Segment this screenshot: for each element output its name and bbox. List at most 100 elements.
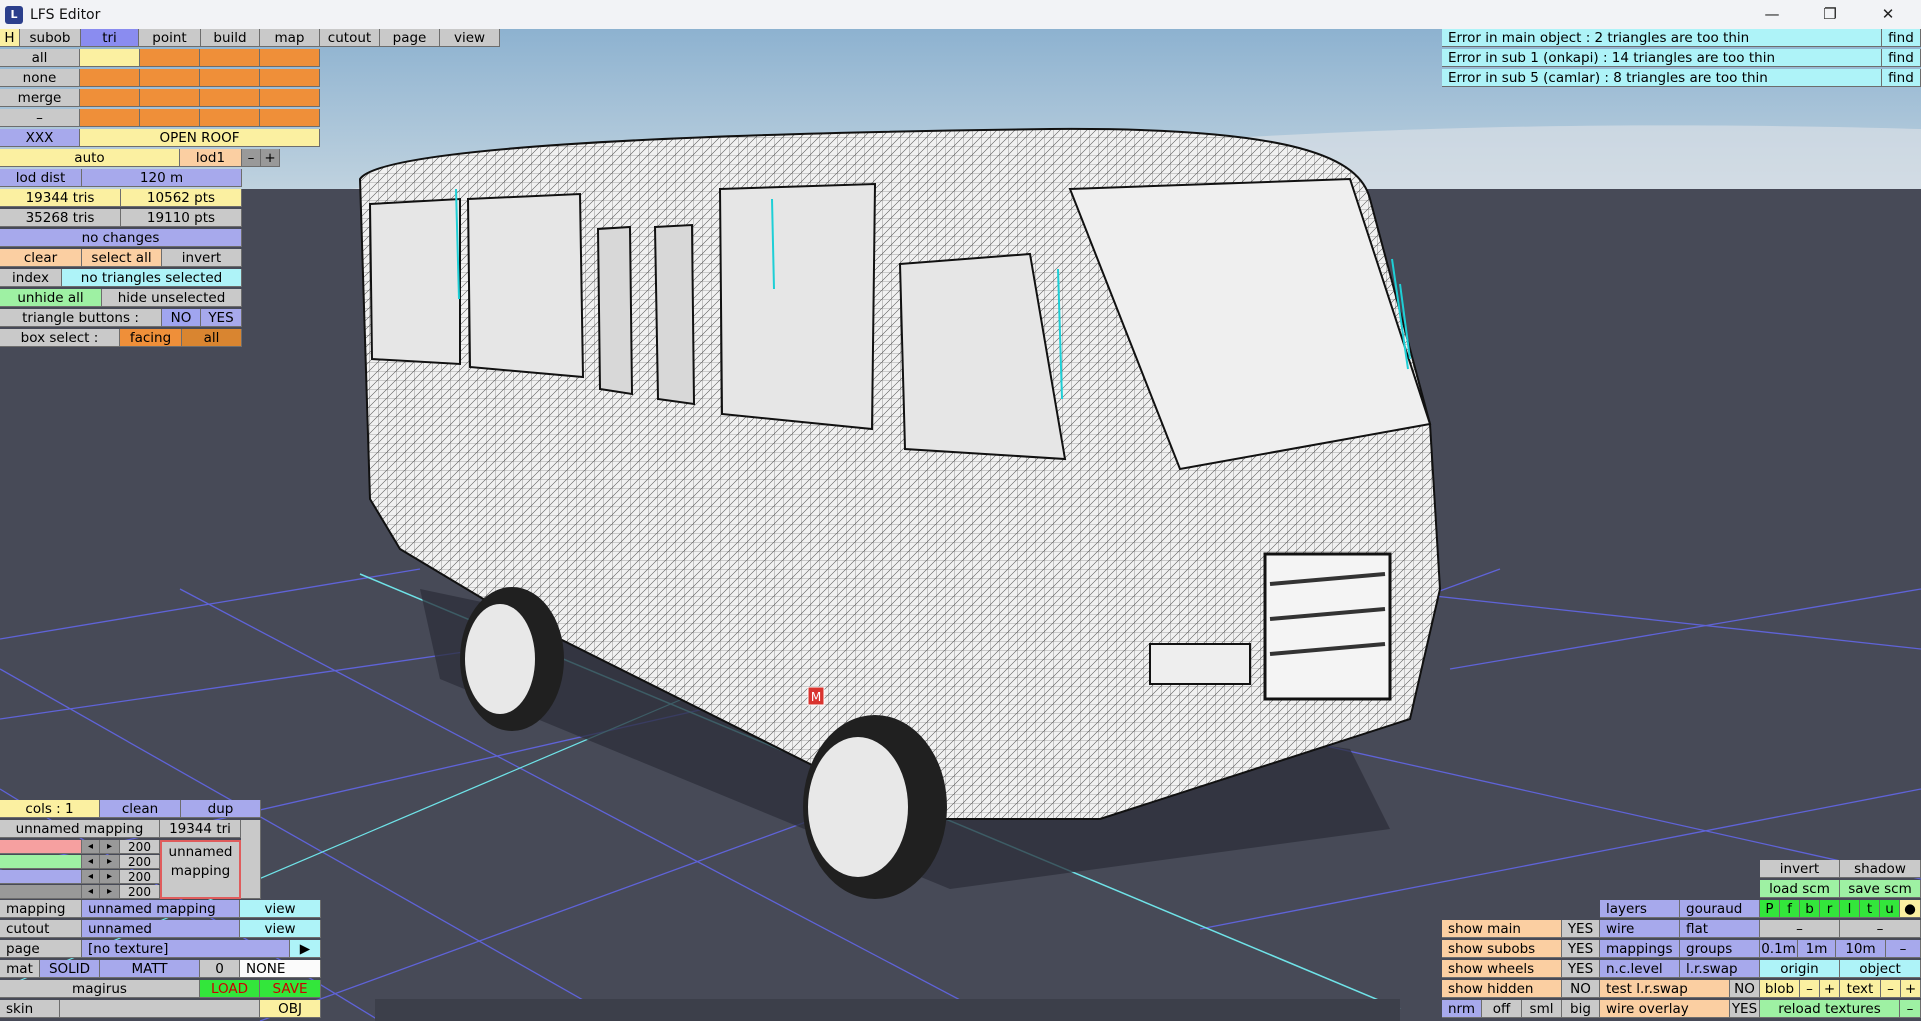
- off-button[interactable]: off: [1482, 1000, 1522, 1018]
- sml-button[interactable]: sml: [1522, 1000, 1562, 1018]
- save-scm-button[interactable]: save scm: [1840, 880, 1921, 898]
- group-swatch[interactable]: [140, 49, 200, 67]
- flag-b[interactable]: b: [1800, 900, 1820, 918]
- lod-minus-button[interactable]: –: [242, 149, 261, 167]
- select-all-tris-button[interactable]: select all: [82, 249, 162, 267]
- flag-l[interactable]: l: [1840, 900, 1860, 918]
- lod-auto-button[interactable]: auto: [0, 149, 180, 167]
- nc-level-button[interactable]: n.c.level: [1600, 960, 1680, 978]
- open-roof-button[interactable]: OPEN ROOF: [80, 129, 320, 147]
- xxx-button[interactable]: XXX: [0, 129, 80, 147]
- obj-button[interactable]: OBJ: [260, 1000, 321, 1018]
- lod-plus-button[interactable]: +: [261, 149, 280, 167]
- find-button[interactable]: find: [1882, 69, 1921, 87]
- page-value[interactable]: [no texture]: [82, 940, 290, 958]
- tab-page[interactable]: page: [380, 29, 440, 47]
- clean-button[interactable]: clean: [100, 800, 181, 818]
- box-select-facing[interactable]: facing: [120, 329, 182, 347]
- alpha-left-arrow[interactable]: ◂: [82, 885, 100, 899]
- invert-view-button[interactable]: invert: [1760, 860, 1840, 878]
- group-swatch[interactable]: [260, 89, 320, 107]
- groups-button[interactable]: groups: [1680, 940, 1760, 958]
- dash-button[interactable]: –: [0, 109, 80, 127]
- green-slider[interactable]: [0, 855, 82, 869]
- blue-slider[interactable]: [0, 870, 82, 884]
- grid-01m-button[interactable]: 0.1m: [1760, 940, 1798, 958]
- group-swatch[interactable]: [80, 49, 140, 67]
- group-swatch[interactable]: [200, 89, 260, 107]
- object-button[interactable]: object: [1840, 960, 1921, 978]
- tab-view[interactable]: view: [440, 29, 500, 47]
- blob-minus[interactable]: –: [1800, 980, 1820, 998]
- test-lr-swap-no[interactable]: NO: [1730, 980, 1760, 998]
- grid-1m-button[interactable]: 1m: [1798, 940, 1836, 958]
- show-main-yes[interactable]: YES: [1562, 920, 1600, 938]
- grid-10m-button[interactable]: 10m: [1836, 940, 1886, 958]
- group-swatch[interactable]: [80, 109, 140, 127]
- nrm-button[interactable]: nrm: [1442, 1000, 1482, 1018]
- group-swatch[interactable]: [140, 109, 200, 127]
- minimize-button[interactable]: —: [1743, 0, 1801, 29]
- group-swatch[interactable]: [80, 69, 140, 87]
- blob-button[interactable]: blob: [1760, 980, 1800, 998]
- dash-button-right[interactable]: –: [1840, 920, 1921, 938]
- merge-button[interactable]: merge: [0, 89, 80, 107]
- red-left-arrow[interactable]: ◂: [82, 840, 100, 854]
- reload-minus[interactable]: –: [1900, 1000, 1921, 1018]
- alpha-slider[interactable]: [0, 885, 82, 899]
- tab-tri[interactable]: tri: [81, 29, 139, 47]
- matt-button[interactable]: MATT: [100, 960, 200, 978]
- wire-button[interactable]: wire: [1600, 920, 1680, 938]
- tab-h[interactable]: H: [0, 29, 20, 47]
- flag-dot-icon[interactable]: ●: [1900, 900, 1921, 918]
- green-left-arrow[interactable]: ◂: [82, 855, 100, 869]
- show-hidden-no[interactable]: NO: [1562, 980, 1600, 998]
- show-subobs-button[interactable]: show subobs: [1442, 940, 1562, 958]
- mapping-preview[interactable]: unnamed mapping: [160, 840, 241, 899]
- show-subobs-yes[interactable]: YES: [1562, 940, 1600, 958]
- dash-button-left[interactable]: –: [1760, 920, 1840, 938]
- show-hidden-button[interactable]: show hidden: [1442, 980, 1562, 998]
- group-swatch[interactable]: [80, 89, 140, 107]
- group-swatch[interactable]: [140, 69, 200, 87]
- triangle-buttons-yes[interactable]: YES: [201, 309, 242, 327]
- triangle-buttons-no[interactable]: NO: [162, 309, 201, 327]
- group-swatch[interactable]: [260, 69, 320, 87]
- cols-button[interactable]: cols : 1: [0, 800, 100, 818]
- cutout-view-button[interactable]: view: [240, 920, 321, 938]
- find-button[interactable]: find: [1882, 29, 1921, 47]
- text-button[interactable]: text: [1840, 980, 1881, 998]
- red-right-arrow[interactable]: ▸: [100, 840, 120, 854]
- alpha-right-arrow[interactable]: ▸: [100, 885, 120, 899]
- 3d-viewport[interactable]: M: [0, 29, 1921, 1021]
- mat-index[interactable]: 0: [200, 960, 240, 978]
- test-lr-swap-button[interactable]: test l.r.swap: [1600, 980, 1730, 998]
- group-swatch[interactable]: [260, 49, 320, 67]
- wire-overlay-button[interactable]: wire overlay: [1600, 1000, 1730, 1018]
- load-button[interactable]: LOAD: [200, 980, 260, 998]
- unhide-all-button[interactable]: unhide all: [0, 289, 102, 307]
- lod1-button[interactable]: lod1: [180, 149, 242, 167]
- hide-unselected-button[interactable]: hide unselected: [102, 289, 242, 307]
- page-arrow-button[interactable]: ▶: [290, 940, 321, 958]
- flat-button[interactable]: flat: [1680, 920, 1760, 938]
- flag-p[interactable]: P: [1760, 900, 1780, 918]
- box-select-all[interactable]: all: [182, 329, 242, 347]
- mat-name[interactable]: NONE: [240, 960, 321, 978]
- origin-button[interactable]: origin: [1760, 960, 1840, 978]
- object-name[interactable]: magirus: [0, 980, 200, 998]
- text-minus[interactable]: –: [1881, 980, 1901, 998]
- group-swatch[interactable]: [200, 69, 260, 87]
- shadow-button[interactable]: shadow: [1840, 860, 1921, 878]
- save-button[interactable]: SAVE: [260, 980, 321, 998]
- tab-map[interactable]: map: [260, 29, 320, 47]
- gouraud-button[interactable]: gouraud: [1680, 900, 1760, 918]
- mapping-name[interactable]: unnamed mapping: [0, 820, 160, 838]
- close-button[interactable]: ✕: [1859, 0, 1917, 29]
- skin-value[interactable]: [60, 1000, 260, 1018]
- group-swatch[interactable]: [140, 89, 200, 107]
- reload-textures-button[interactable]: reload textures: [1760, 1000, 1900, 1018]
- blue-right-arrow[interactable]: ▸: [100, 870, 120, 884]
- mapping-value[interactable]: unnamed mapping: [82, 900, 240, 918]
- show-wheels-button[interactable]: show wheels: [1442, 960, 1562, 978]
